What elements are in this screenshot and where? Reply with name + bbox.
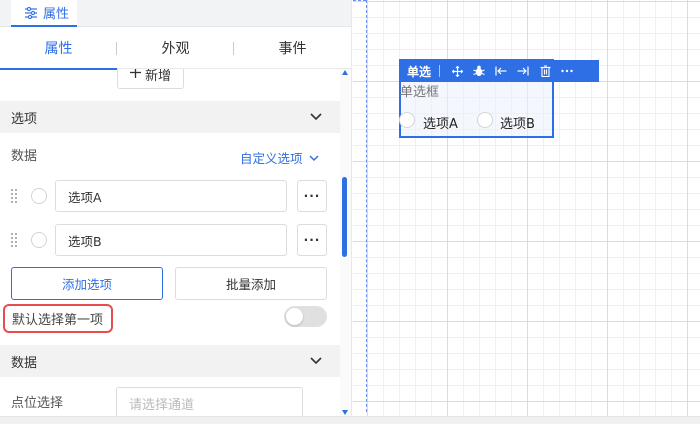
option-row: 选项B ··· (11, 224, 329, 256)
scroll-up-icon[interactable] (342, 70, 348, 75)
drag-handle-icon[interactable] (11, 233, 19, 247)
scroll-down-icon[interactable] (342, 410, 348, 415)
canvas-guide-line (353, 0, 366, 1)
option-default-radio[interactable] (31, 232, 47, 248)
more-icon[interactable]: ··· (297, 180, 327, 212)
chevron-down-icon (310, 113, 322, 121)
sliders-icon (25, 6, 37, 19)
add-button-label: 新增 (144, 69, 171, 84)
widget-label: 单选框 (400, 85, 440, 100)
option-value-input[interactable]: 选项A (55, 180, 287, 212)
default-first-label: 默认选择第一项 (3, 304, 113, 333)
option-default-radio[interactable] (31, 188, 47, 204)
panel-tabbar: 属性 (0, 0, 351, 27)
drag-handle-icon[interactable] (11, 189, 19, 203)
tab-appearance[interactable]: 外观 (117, 27, 234, 69)
custom-options-label: 自定义选项 (240, 151, 303, 166)
option-row: 选项A ··· (11, 180, 329, 212)
widget-radio-label[interactable]: 选项B (500, 113, 535, 132)
chevron-down-icon (308, 150, 319, 165)
widget-radio-option-b[interactable] (477, 112, 493, 128)
data-source-label: 数据 (11, 149, 38, 164)
add-option-button[interactable]: 添加选项 (11, 267, 163, 300)
panel-tab-properties[interactable]: 属性 (11, 0, 78, 27)
bottom-status-strip (0, 416, 700, 424)
property-subtabs: 属性 外观 事件 (0, 27, 351, 70)
property-scroll-area: 新增 选项 数据 自定义选项 选项A ··· 选项B ··· 添加选项 批量添加… (0, 69, 351, 424)
data-section-header[interactable]: 数据 (0, 345, 340, 377)
plus-icon (129, 69, 141, 82)
scrollbar-thumb[interactable] (342, 177, 347, 257)
align-right-icon[interactable] (512, 60, 534, 82)
bug-icon[interactable] (468, 60, 490, 82)
add-button[interactable]: 新增 (117, 69, 184, 89)
tab-events[interactable]: 事件 (234, 27, 351, 69)
custom-options-select[interactable]: 自定义选项 (240, 148, 319, 167)
align-left-icon[interactable] (490, 60, 512, 82)
toolbar-divider (439, 65, 441, 77)
widget-toolbar: 单选 (399, 60, 599, 82)
more-icon[interactable]: ··· (297, 224, 327, 256)
canvas-guide-line (366, 0, 367, 412)
delete-icon[interactable] (534, 60, 556, 82)
channel-select-input[interactable]: 请选择通道 (116, 387, 303, 419)
batch-add-button[interactable]: 批量添加 (175, 267, 327, 300)
section-title: 数据 (11, 355, 38, 371)
move-icon[interactable] (446, 60, 468, 82)
point-select-label: 点位选择 (11, 396, 64, 411)
toggle-knob (286, 308, 303, 325)
option-value-input[interactable]: 选项B (55, 224, 287, 256)
property-panel: 属性 属性 外观 事件 新增 选项 数据 自定义选项 选项A ··· 选项B ·… (0, 0, 352, 424)
panel-tab-label: 属性 (43, 7, 70, 22)
chevron-down-icon (310, 357, 322, 365)
more-icon[interactable] (556, 60, 578, 82)
widget-radio-label[interactable]: 选项A (423, 113, 458, 132)
default-first-toggle[interactable] (284, 306, 327, 327)
widget-radio-option-a[interactable] (399, 112, 415, 128)
tab-attributes[interactable]: 属性 (0, 27, 117, 70)
options-section-header[interactable]: 选项 (0, 101, 340, 133)
widget-toolbar-title: 单选 (407, 64, 432, 79)
section-title: 选项 (11, 111, 38, 127)
